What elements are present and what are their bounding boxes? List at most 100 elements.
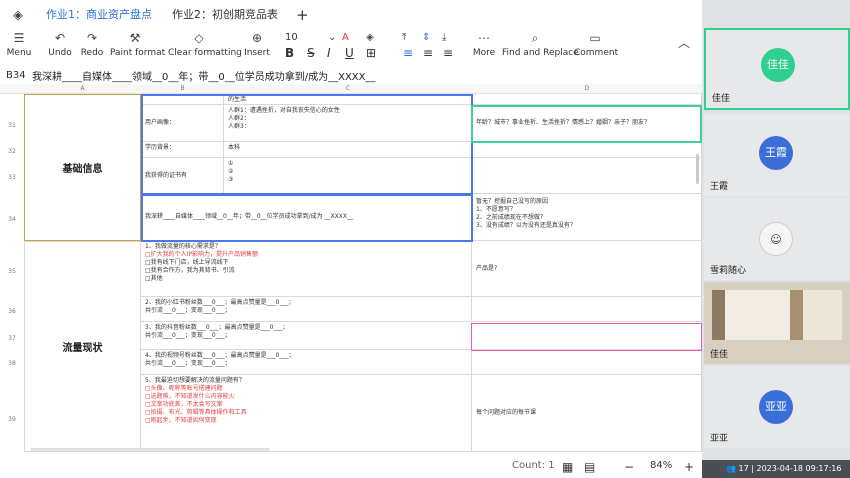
row-header[interactable]: 36 [0, 306, 24, 318]
underline-button[interactable]: U [345, 46, 354, 60]
cell-c31[interactable]: 人群1：遭遇挫折，对自我丧失信心的女性 人群2： 人群3： [224, 105, 472, 142]
collapse-toolbar-icon[interactable]: ︿ [678, 34, 690, 51]
cell-d31[interactable]: 年龄？城市？事业挫折、生活挫折？情感上？婚姻？亲子？朋友？ [472, 105, 702, 142]
layers-icon[interactable]: ◈ [0, 8, 36, 23]
cell-b36[interactable]: 2、我的小红书粉丝数___0___；最高点赞量是___0___； 共引流___0… [141, 297, 472, 322]
participant-tile[interactable]: 亚亚 亚亚 [704, 366, 850, 448]
tab-sheet-1[interactable]: 作业1：商业资产盘点 [36, 0, 162, 30]
cell-b35[interactable]: 1、我做流量的核心需求是？ □扩大我的个人IP影响力，提升产品销售额 □我有线下… [141, 241, 472, 297]
cell-b32[interactable]: 学历背景： [141, 142, 224, 158]
cell-d38[interactable] [472, 350, 702, 375]
cell-d33[interactable] [472, 158, 702, 194]
participant-name: 亚亚 [710, 434, 729, 444]
cell-b31[interactable]: 用户画像： [141, 105, 224, 142]
borders-icon[interactable]: ⊞ [366, 46, 376, 60]
cell-c32[interactable]: 本科 [224, 142, 472, 158]
participant-count: 17 [738, 464, 749, 473]
align-left-icon[interactable]: ≡ [403, 46, 413, 60]
selection-count: Count: 1 [512, 460, 555, 471]
cell-b34[interactable]: 我深耕____自媒体____领域__0__年；带__0__位学员成功拿到/成为 … [141, 194, 472, 241]
row-header[interactable]: 37 [0, 333, 24, 345]
cell-d39[interactable]: 每个问题对应的每节课 [472, 375, 702, 452]
fill-color-icon[interactable]: ◈ [366, 32, 374, 43]
cell-c30[interactable]: 的生活 [224, 94, 472, 105]
vertical-scrollbar[interactable] [696, 154, 699, 184]
row-header[interactable]: 33 [0, 168, 24, 188]
cell-d36[interactable] [472, 297, 702, 322]
align-top-icon[interactable]: ⤒ [402, 32, 406, 43]
cell-b37[interactable]: 3、我的抖音粉丝数___0___；最高点赞量是___0___； 共引流___0_… [141, 322, 472, 350]
avatar: 亚亚 [759, 390, 793, 424]
column-header-c[interactable]: C [224, 84, 472, 94]
row-header[interactable]: 39 [0, 414, 24, 426]
column-header-d[interactable]: D [472, 84, 702, 94]
find-replace-button[interactable]: ⌕ Find and Replace [502, 30, 579, 60]
font-color-icon[interactable]: A [342, 32, 349, 43]
align-middle-icon[interactable]: ⇕ [422, 32, 430, 43]
participant-tile[interactable]: 王霞 王霞 [704, 114, 850, 196]
cell-reference[interactable]: B34 [0, 70, 32, 81]
more-icon: ⋯ [478, 31, 490, 45]
merged-label-traffic-status[interactable]: 流量现状 [24, 241, 141, 452]
grid-view-icon[interactable]: ▦ [562, 460, 573, 474]
paint-format-button[interactable]: ⚒ Paint format [110, 30, 165, 60]
cell-b33[interactable]: 我获得的证书有 [141, 158, 224, 194]
merged-label-basic-info[interactable]: 基础信息 [24, 94, 141, 241]
participant-tile[interactable]: 佳佳 [704, 282, 850, 364]
cell-d37[interactable] [472, 322, 702, 350]
undo-button[interactable]: ↶ Undo [46, 30, 74, 60]
cell-b30[interactable] [141, 94, 224, 105]
font-size-select[interactable]: 10 [285, 32, 298, 43]
eraser-icon: ◇ [194, 31, 204, 45]
menu-button[interactable]: ☰ Menu [4, 30, 34, 60]
redo-button[interactable]: ↷ Redo [78, 30, 106, 60]
participant-name: 王霞 [710, 182, 729, 192]
sheet-grid: A B C D 31 32 33 34 35 36 37 38 39 基础信息 … [0, 84, 702, 452]
row-header[interactable]: 38 [0, 358, 24, 370]
cell-c33[interactable]: ① ② ③ [224, 158, 472, 194]
corner-header[interactable] [0, 84, 24, 94]
cell-d35[interactable]: 产品是? [472, 241, 702, 297]
add-tab-button[interactable]: + [288, 6, 317, 24]
more-button[interactable]: ⋯ More [472, 30, 496, 60]
align-bottom-icon[interactable]: ⤓ [442, 32, 446, 43]
cell-d30[interactable] [472, 94, 702, 105]
column-header-b[interactable]: B [141, 84, 224, 94]
cell-d32[interactable] [472, 142, 702, 158]
cell-d34[interactable]: 暂无？挖掘自己没写的原因 1、不愿意写？ 2、之前成绩现在不想做？ 3、没有成绩… [472, 194, 702, 241]
row-header[interactable]: 31 [0, 116, 24, 136]
comment-button[interactable]: ▭ Comment [574, 30, 618, 60]
align-right-icon[interactable]: ≡ [443, 46, 453, 60]
bold-button[interactable]: B [285, 46, 294, 60]
meeting-footer: 👥 17 | 2023-04-18 09:17:16 [702, 460, 850, 478]
column-header-a[interactable]: A [24, 84, 141, 94]
zoom-in-button[interactable]: + [684, 460, 694, 474]
insert-button[interactable]: ⊕ Insert [242, 30, 272, 60]
horizontal-scrollbar[interactable] [30, 448, 270, 451]
clear-formatting-button[interactable]: ◇ Clear formatting [168, 30, 242, 60]
cell-b38[interactable]: 4、我的视频号粉丝数___0___；最高点赞量是___0___； 共引流___0… [141, 350, 472, 375]
formula-bar: B34 我深耕____自媒体____领域__0__年；带__0__位学员成功拿到… [0, 66, 702, 84]
spreadsheet-app: ◈ 作业1：商业资产盘点 作业2：初创期竞品表 + ☰ Menu ↶ Undo … [0, 0, 702, 478]
formula-input[interactable]: 我深耕____自媒体____领域__0__年；带__0__位学员成功拿到/成为_… [32, 68, 376, 83]
align-center-icon[interactable]: ≡ [423, 46, 433, 60]
row-header[interactable]: 35 [0, 262, 24, 282]
participant-tile[interactable]: 佳佳 佳佳 [704, 28, 850, 110]
avatar-photo-icon: ☺ [759, 222, 793, 256]
zoom-out-button[interactable]: − [624, 460, 634, 474]
row-header[interactable]: 32 [0, 144, 24, 160]
undo-icon: ↶ [54, 31, 66, 45]
avatar: 佳佳 [761, 48, 795, 82]
participant-tile[interactable]: ☺ 雪莉随心 [704, 198, 850, 280]
participant-name: 雪莉随心 [710, 266, 747, 276]
strikethrough-button[interactable]: S [307, 46, 315, 60]
layout-view-icon[interactable]: ▤ [584, 460, 595, 474]
italic-button[interactable]: I [327, 46, 331, 60]
row-header[interactable]: 34 [0, 210, 24, 230]
cell-b39[interactable]: 5、我最迫切想要解决的流量问题有？ □头像、昵称等账号搭建问题 □选题难，不知道… [141, 375, 472, 452]
meeting-timestamp: 2023-04-18 09:17:16 [756, 464, 842, 473]
tab-sheet-2[interactable]: 作业2：初创期竞品表 [162, 0, 288, 30]
chevron-down-icon[interactable]: ⌄ [328, 32, 336, 43]
zoom-level[interactable]: 84% [650, 460, 672, 471]
find-replace-icon: ⌕ [531, 31, 539, 45]
